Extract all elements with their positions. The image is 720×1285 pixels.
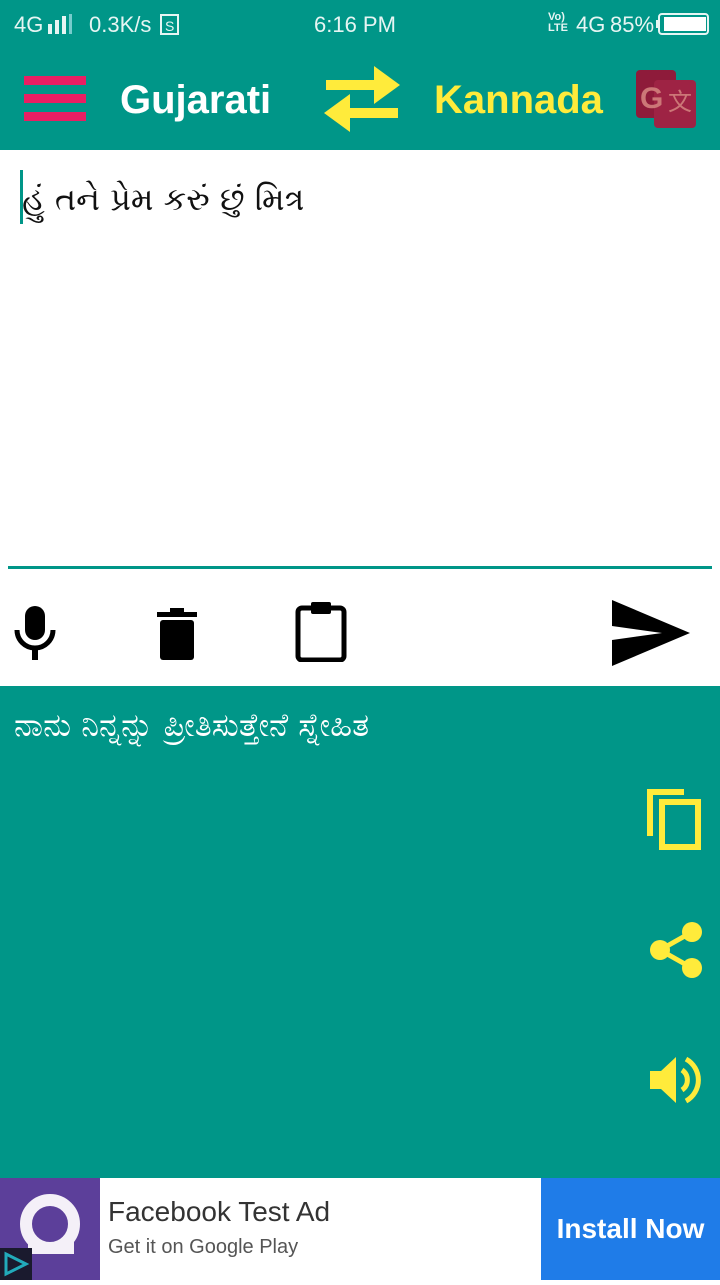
toolbar: Gujarati Kannada G文 bbox=[0, 50, 720, 150]
source-text-input[interactable]: હું તને પ્રેમ કરું છું મિત્ર bbox=[0, 150, 720, 568]
target-language-button[interactable]: Kannada bbox=[434, 78, 603, 123]
network-type: 4G bbox=[14, 12, 44, 37]
source-language-button[interactable]: Gujarati bbox=[120, 78, 271, 123]
paste-clipboard-icon[interactable] bbox=[295, 602, 347, 662]
ad-logo bbox=[0, 1178, 100, 1280]
menu-icon[interactable] bbox=[24, 76, 86, 122]
copy-icon[interactable] bbox=[646, 788, 702, 850]
svg-text:G: G bbox=[640, 82, 663, 115]
install-now-button[interactable]: Install Now bbox=[541, 1178, 720, 1280]
translation-output: ನಾನು ನಿನ್ನನ್ನು ಪ್ರೀತಿಸುತ್ತೇನೆ ಸ್ನೇಹಿತ bbox=[0, 686, 720, 1178]
google-translate-icon[interactable]: G文 bbox=[636, 66, 698, 130]
svg-text:文: 文 bbox=[668, 89, 692, 116]
translate-send-icon[interactable] bbox=[612, 600, 690, 666]
swap-languages-icon[interactable] bbox=[322, 66, 402, 132]
ad-subtitle: Get it on Google Play bbox=[108, 1236, 299, 1258]
sim-icon: S bbox=[160, 14, 179, 35]
volte-indicator: Vo) LTE bbox=[548, 11, 568, 34]
signal-icon bbox=[48, 14, 72, 34]
adchoices-icon[interactable] bbox=[0, 1248, 32, 1280]
ad-title: Facebook Test Ad bbox=[108, 1196, 331, 1227]
input-underline bbox=[8, 566, 712, 569]
svg-text:S: S bbox=[165, 18, 174, 34]
battery-percent: 85% bbox=[610, 12, 655, 37]
speaker-icon[interactable] bbox=[650, 1054, 702, 1106]
clock: 6:16 PM bbox=[314, 12, 396, 37]
translated-text: ನಾನು ನಿನ್ನನ್ನು ಪ್ರೀತಿಸುತ್ತೇನೆ ಸ್ನೇಹಿತ bbox=[14, 706, 370, 744]
status-bar: 4G 0.3K/s S 6:16 PM Vo) LTE 4G 85% bbox=[0, 0, 720, 50]
ad-banner[interactable]: Facebook Test Ad Get it on Google Play I… bbox=[0, 1178, 720, 1280]
microphone-icon[interactable] bbox=[14, 606, 56, 660]
input-actions bbox=[0, 570, 720, 686]
network-type-2: 4G bbox=[576, 12, 606, 37]
data-speed: 0.3K/s bbox=[89, 12, 152, 37]
battery-icon bbox=[656, 13, 709, 35]
share-icon[interactable] bbox=[650, 922, 702, 978]
delete-icon[interactable] bbox=[157, 608, 197, 660]
source-text: હું તને પ્રેમ કરું છું મિત્ર bbox=[22, 180, 305, 218]
